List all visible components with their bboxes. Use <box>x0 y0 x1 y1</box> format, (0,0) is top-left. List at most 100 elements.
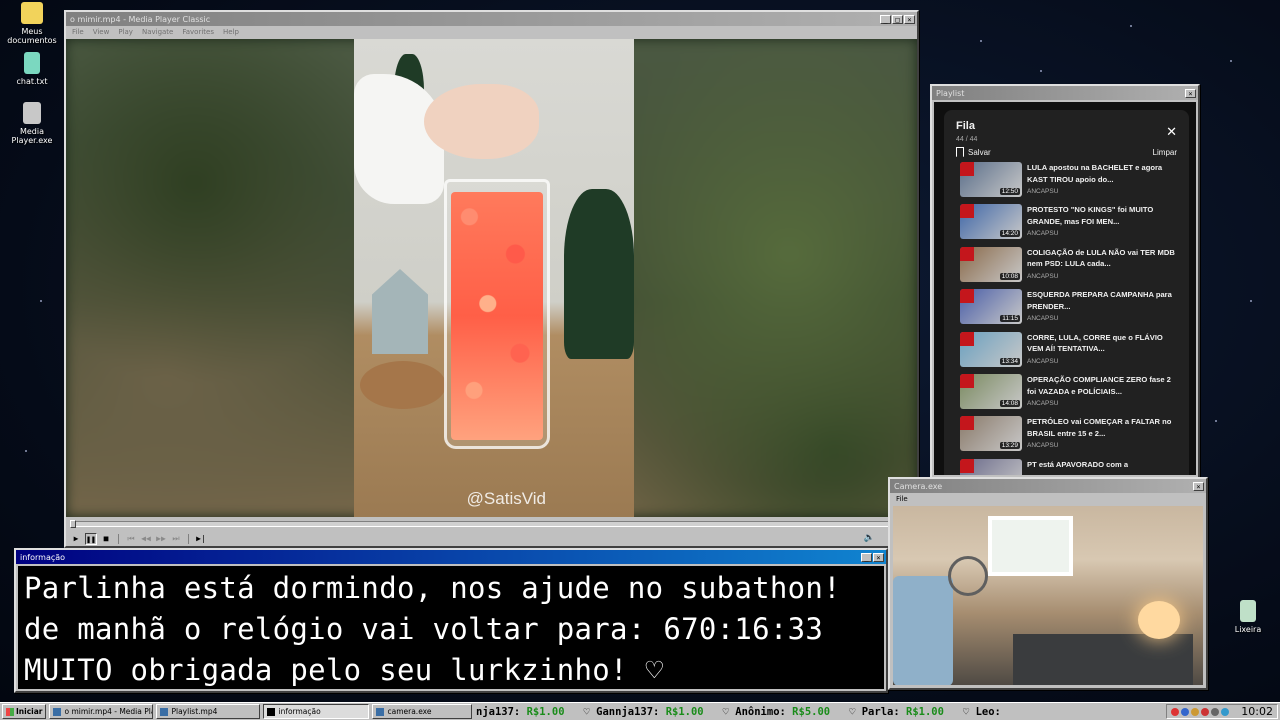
video-thumbnail: 10:08 <box>960 246 1022 282</box>
close-button[interactable]: × <box>1185 88 1196 98</box>
windows-logo-icon <box>6 707 14 716</box>
start-button[interactable]: Iniciar <box>2 704 47 719</box>
close-button[interactable]: × <box>873 552 884 562</box>
close-icon[interactable]: ✕ <box>1166 124 1177 140</box>
close-button[interactable]: × <box>904 14 915 24</box>
camera-icon <box>376 707 385 716</box>
video-title: ESQUERDA PREPARA CAMPANHA para PRENDER..… <box>1027 290 1172 311</box>
video-thumbnail <box>960 458 1022 475</box>
thumbnail-badge-icon <box>960 289 974 304</box>
seek-thumb[interactable] <box>70 520 76 528</box>
tray-icon[interactable] <box>1191 707 1199 716</box>
queue-item[interactable]: 13:29 PETRÓLEO vai COMEÇAR a FALTAR no BR… <box>960 416 1180 456</box>
channel-name: ANCAPSU <box>1027 188 1059 195</box>
clock[interactable]: 10:02 <box>1241 705 1273 718</box>
video-display[interactable]: @SatisVid <box>66 39 917 517</box>
task-camera[interactable]: camera.exe <box>372 704 473 719</box>
forward-icon[interactable]: ▶▶ <box>155 533 167 545</box>
queue-item[interactable]: 14:20 PROTESTO "NO KINGS" foi MUITO GRAND… <box>960 204 1180 244</box>
menu-view[interactable]: View <box>93 28 110 36</box>
camera-feed <box>893 506 1203 685</box>
donation-ticker: nja137: R$1.00 ♡ Gannja137: R$1.00 ♡ Anô… <box>476 703 1166 720</box>
stop-button[interactable]: ■ <box>100 533 112 545</box>
video-duration: 12:50 <box>999 188 1020 195</box>
thumbnail-badge-icon <box>960 416 974 431</box>
task-playlist[interactable]: Playlist.mp4 <box>156 704 261 719</box>
minimize-button[interactable]: _ <box>861 552 872 562</box>
queue-item[interactable]: 14:08 OPERAÇÃO COMPLIANCE ZERO fase 2 foi… <box>960 374 1180 414</box>
tray-icon[interactable] <box>1181 707 1189 716</box>
save-label: Salvar <box>968 147 991 157</box>
info-text: Parlinha está dormindo, nos ajude no sub… <box>18 566 884 689</box>
recycle-bin-icon <box>1240 600 1256 622</box>
clear-button[interactable]: Limpar <box>1153 148 1177 157</box>
folder-icon <box>21 2 43 24</box>
minimize-button[interactable]: _ <box>880 14 891 24</box>
task-media-player[interactable]: o mimir.mp4 - Media Playe... <box>49 704 154 719</box>
menu-play[interactable]: Play <box>118 28 133 36</box>
rewind-icon[interactable]: ◀◀ <box>140 533 152 545</box>
tray-icon[interactable] <box>1171 707 1179 716</box>
tray-icon[interactable] <box>1211 707 1219 716</box>
desktop-icon-media-player[interactable]: Media Player.exe <box>0 102 64 145</box>
bookmark-icon <box>956 147 964 157</box>
media-player-menubar: File View Play Navigate Favorites Help <box>66 26 917 38</box>
frame-step-button[interactable]: ▶| <box>195 533 207 545</box>
video-thumbnail: 12:50 <box>960 162 1022 197</box>
volume-icon[interactable]: 🔈 <box>864 533 875 543</box>
menu-favorites[interactable]: Favorites <box>182 28 214 36</box>
info-line: Parlinha está dormindo, nos ajude no sub… <box>24 571 841 605</box>
desktop-icon-lixeira[interactable]: Lixeira <box>1216 600 1280 634</box>
window-title: Playlist <box>936 88 965 98</box>
heart-icon: ♡ <box>849 705 856 718</box>
playlist-titlebar[interactable]: Playlist × <box>932 86 1198 100</box>
window-title: informação <box>20 552 66 562</box>
task-label: informação <box>278 707 321 716</box>
pause-button[interactable]: ❚❚ <box>85 533 97 545</box>
queue-item[interactable]: PT está APAVORADO com a <box>960 458 1180 475</box>
task-label: Playlist.mp4 <box>171 707 218 716</box>
tray-icon[interactable] <box>1221 707 1229 716</box>
channel-name: ANCAPSU <box>1027 357 1059 365</box>
heart-icon: ♡ <box>962 705 970 718</box>
thumbnail-badge-icon <box>960 246 974 261</box>
menu-help[interactable]: Help <box>223 28 239 36</box>
queue-item[interactable]: 11:15 ESQUERDA PREPARA CAMPANHA para PREN… <box>960 289 1180 329</box>
desktop-icon-chat[interactable]: chat.txt <box>0 52 64 86</box>
seek-bar[interactable] <box>70 520 913 528</box>
video-duration: 11:15 <box>1000 315 1020 323</box>
video-title: OPERAÇÃO COMPLIANCE ZERO fase 2 foi VAZA… <box>1027 375 1171 396</box>
ticker-amount: R$5.00 <box>792 705 831 718</box>
desktop-icon-meus-documentos[interactable]: Meus documentos <box>0 2 64 45</box>
media-player-window: o mimir.mp4 - Media Player Classic _ □ ×… <box>64 10 919 548</box>
queue-item[interactable]: 10:08 COLIGAÇÃO de LULA NÃO vai TER MDB n… <box>960 246 1180 287</box>
camera-titlebar[interactable]: Camera.exe × <box>890 479 1206 493</box>
media-player-titlebar[interactable]: o mimir.mp4 - Media Player Classic _ □ × <box>66 12 917 26</box>
maximize-button[interactable]: □ <box>892 14 903 24</box>
channel-name: ANCAPSU <box>1027 230 1059 238</box>
video-thumbnail: 13:34 <box>960 331 1022 367</box>
camera-window: Camera.exe × File <box>888 477 1208 690</box>
heart-icon: ♡ <box>583 705 590 718</box>
desktop-icon-label: Media Player.exe <box>11 127 53 145</box>
play-button[interactable]: ▶ <box>70 533 82 545</box>
menu-file[interactable]: File <box>896 495 908 503</box>
queue-item[interactable]: 13:34 CORRE, LULA, CORRE que o FLÁVIO VEM… <box>960 331 1180 372</box>
video-title: PROTESTO "NO KINGS" foi MUITO GRANDE, ma… <box>1027 205 1154 226</box>
window-title: Camera.exe <box>894 481 943 491</box>
tray-icon[interactable] <box>1201 707 1209 716</box>
next-icon[interactable]: ⏭ <box>170 533 182 545</box>
task-informacao[interactable]: informação <box>263 704 370 719</box>
menu-navigate[interactable]: Navigate <box>142 28 173 36</box>
info-titlebar[interactable]: informação _ × <box>16 550 886 564</box>
menu-file[interactable]: File <box>72 28 84 36</box>
ticker-name: Parla: <box>861 705 900 718</box>
previous-icon[interactable]: ⏮ <box>125 533 137 545</box>
ticker-name: Anônimo: <box>735 705 786 718</box>
channel-name: ANCAPSU <box>1027 442 1059 450</box>
desktop-icon-label: Meus documentos <box>7 27 57 45</box>
close-button[interactable]: × <box>1193 481 1204 491</box>
video-thumbnail: 14:08 <box>960 374 1022 409</box>
save-button[interactable]: Salvar <box>956 147 991 157</box>
queue-item[interactable]: 12:50 LULA apostou na BACHELET e agora KA… <box>960 162 1180 202</box>
